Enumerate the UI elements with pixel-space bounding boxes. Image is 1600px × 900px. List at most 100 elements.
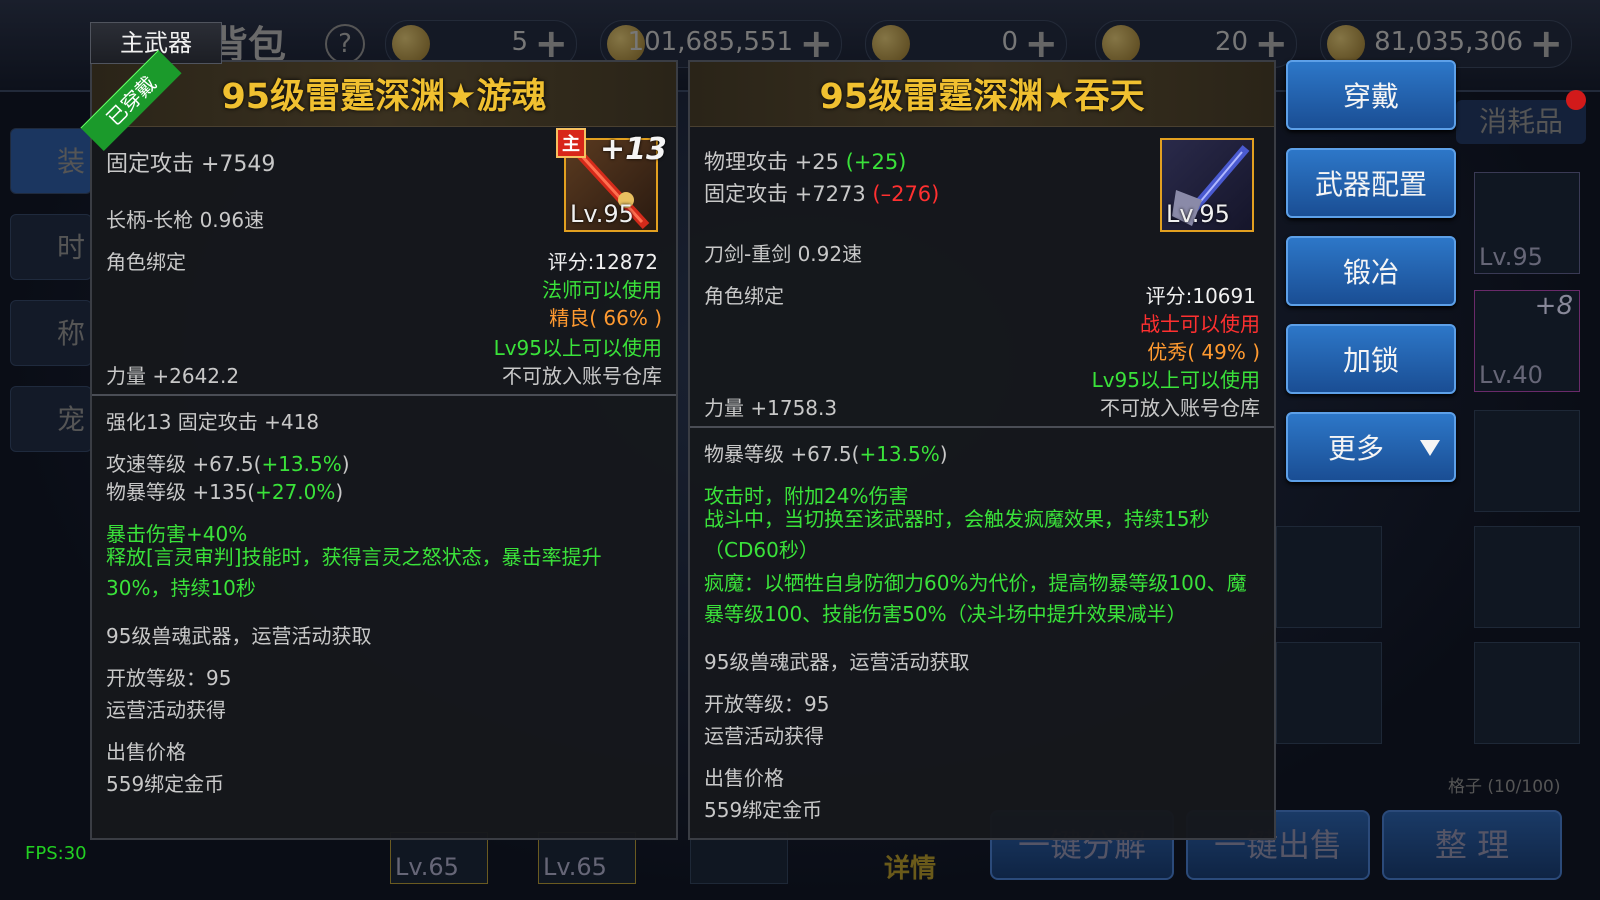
add-currency-button[interactable]: + — [1529, 21, 1563, 67]
forge-button[interactable]: 锻冶 — [1286, 236, 1456, 306]
attack-speed-label: 攻速等级 +67.5( — [106, 452, 262, 476]
more-button[interactable]: 更多 — [1286, 412, 1456, 482]
attack-speed-pct: +13.5% — [261, 452, 342, 476]
open-level: 开放等级：95 — [704, 692, 830, 716]
crit-level-stat: 物暴等级 +135(+27.0%) — [106, 476, 343, 505]
item-level: Lv.95 — [570, 200, 634, 228]
obtain-method: 运营活动获得 — [704, 724, 824, 748]
storage-restriction: 不可放入账号仓库 — [502, 364, 662, 388]
item-level: Lv.95 — [1166, 200, 1230, 228]
crit-level-close: ) — [335, 480, 344, 504]
sort-button[interactable]: 整 理 — [1382, 810, 1562, 880]
sell-price: 559绑定金币 — [106, 772, 225, 796]
sell-price-label: 出售价格 — [106, 740, 186, 764]
obtain-method: 运营活动获得 — [106, 698, 226, 722]
fixed-attack: 固定攻击 +7273 (–276) — [704, 178, 939, 208]
weapon-type: 刀剑-重剑 0.92速 — [704, 242, 863, 266]
sell-price-label: 出售价格 — [704, 766, 784, 790]
open-level: 开放等级：95 — [106, 666, 232, 690]
currency-value: 5 — [511, 27, 528, 57]
phys-attack-label: 物理攻击 +25 — [704, 150, 846, 174]
item-score: 评分:10691 — [1145, 284, 1256, 308]
compare-item-panel: 95级雷霆深渊★吞天 Lv.95 物理攻击 +25 (+25) 固定攻击 +72… — [688, 60, 1276, 840]
usable-class: 战士可以使用 — [1140, 312, 1260, 336]
level-requirement: Lv95以上可以使用 — [1091, 368, 1260, 392]
panel-header: 95级雷霆深渊★吞天 — [690, 62, 1274, 127]
fixed-attack-diff: (–276) — [872, 182, 940, 206]
item-quality: 优秀( 49% ) — [1147, 340, 1260, 364]
crit-level-pct: +27.0% — [255, 480, 336, 504]
lock-button[interactable]: 加锁 — [1286, 324, 1456, 394]
tab-fashion[interactable]: 时 — [10, 214, 92, 280]
enhance-bonus: 强化13 固定攻击 +418 — [106, 410, 320, 434]
item-quality: 精良( 66% ) — [549, 306, 662, 330]
phys-attack-diff: (+25) — [845, 150, 907, 174]
slot-level: Lv.95 — [1479, 243, 1543, 271]
inventory-slot[interactable] — [1276, 526, 1382, 628]
crit-level-stat: 物暴等级 +67.5(+13.5%) — [704, 438, 948, 467]
equipped-item-panel: 95级雷霆深渊★游魂 Lv.95 主 +13 固定攻击 +7549 长柄-长枪 … — [90, 60, 678, 840]
coin-icon — [1102, 25, 1140, 63]
bind-status: 角色绑定 — [106, 250, 186, 274]
equip-button[interactable]: 穿戴 — [1286, 60, 1456, 130]
main-weapon-badge: 主 — [556, 128, 586, 158]
crit-level-label: 物暴等级 +135( — [106, 480, 256, 504]
sell-price: 559绑定金币 — [704, 798, 823, 822]
strength-stat: 力量 +1758.3 — [704, 396, 838, 420]
storage-restriction: 不可放入账号仓库 — [1100, 396, 1260, 420]
phys-attack: 物理攻击 +25 (+25) — [704, 146, 906, 176]
coin-icon — [392, 25, 430, 63]
bind-status: 角色绑定 — [704, 284, 784, 308]
crit-level-close: ) — [939, 442, 948, 466]
crit-level-pct: +13.5% — [859, 442, 940, 466]
inventory-slot[interactable] — [1474, 410, 1580, 512]
fps-counter: FPS:30 — [25, 843, 87, 864]
slot-level: Lv.40 — [1479, 361, 1543, 389]
inventory-slot[interactable] — [1276, 642, 1382, 744]
attack-speed-close: ) — [341, 452, 350, 476]
weapon-type: 长柄-长枪 0.96速 — [106, 208, 265, 232]
currency-value: 101,685,551 — [627, 27, 793, 57]
effect-frenzy: 疯魔：以牺牲自身防御力60%为代价，提高物暴等级100、魔暴等级100、技能伤害… — [704, 571, 1247, 626]
scroll-icon — [872, 25, 910, 63]
tab-title[interactable]: 称 — [10, 300, 92, 366]
divider — [690, 426, 1274, 428]
strength-stat: 力量 +2642.2 — [106, 364, 240, 388]
slot-level: Lv.65 — [395, 853, 459, 881]
effect-switch: 战斗中，当切换至该武器时，会触发疯魔效果，持续15秒（CD60秒） — [704, 507, 1210, 562]
slot-level: Lv.65 — [543, 853, 607, 881]
tab-pet[interactable]: 宠 — [10, 386, 92, 452]
enhance-level: +13 — [600, 132, 667, 167]
tab-details[interactable]: 详情 — [884, 848, 936, 885]
inventory-slot[interactable] — [1474, 642, 1580, 744]
inventory-slot[interactable] — [1474, 526, 1580, 628]
currency-value: 20 — [1214, 27, 1248, 57]
notification-dot — [1566, 90, 1586, 110]
slot-plus: +8 — [1534, 291, 1573, 321]
crit-level-label: 物暴等级 +67.5( — [704, 442, 860, 466]
help-icon[interactable]: ? — [325, 24, 365, 64]
skill-effect: 释放[言灵审判]技能时，获得言灵之怒状态，暴击率提升30%，持续10秒 — [106, 545, 602, 600]
gold-coin-icon — [1327, 25, 1365, 63]
dropdown-arrow-icon — [1420, 440, 1440, 456]
fixed-attack-label: 固定攻击 +7273 — [704, 182, 873, 206]
item-source: 95级兽魂武器，运营活动获取 — [106, 624, 372, 648]
inventory-slot[interactable]: Lv.95 — [1474, 172, 1580, 274]
level-requirement: Lv95以上可以使用 — [493, 336, 662, 360]
weapon-icon: Lv.95 — [1160, 138, 1254, 232]
tab-equipment[interactable]: 装 — [10, 128, 92, 194]
more-label: 更多 — [1327, 432, 1384, 465]
item-title: 95级雷霆深渊★游魂 — [221, 77, 547, 117]
weapon-config-button[interactable]: 武器配置 — [1286, 148, 1456, 218]
divider — [92, 394, 676, 396]
tab-consumables[interactable]: 消耗品 — [1456, 100, 1586, 144]
inventory-slot[interactable]: +8 Lv.40 — [1474, 290, 1580, 392]
currency-value: 0 — [1001, 27, 1018, 57]
usable-class: 法师可以使用 — [542, 278, 662, 302]
fixed-attack: 固定攻击 +7549 — [106, 152, 276, 177]
item-title: 95级雷霆深渊★吞天 — [819, 77, 1145, 117]
currency-value: 81,035,306 — [1374, 27, 1523, 57]
attack-speed-stat: 攻速等级 +67.5(+13.5%) — [106, 448, 350, 477]
grid-count: 格子 (10/100) — [1448, 777, 1561, 797]
item-score: 评分:12872 — [547, 250, 658, 274]
